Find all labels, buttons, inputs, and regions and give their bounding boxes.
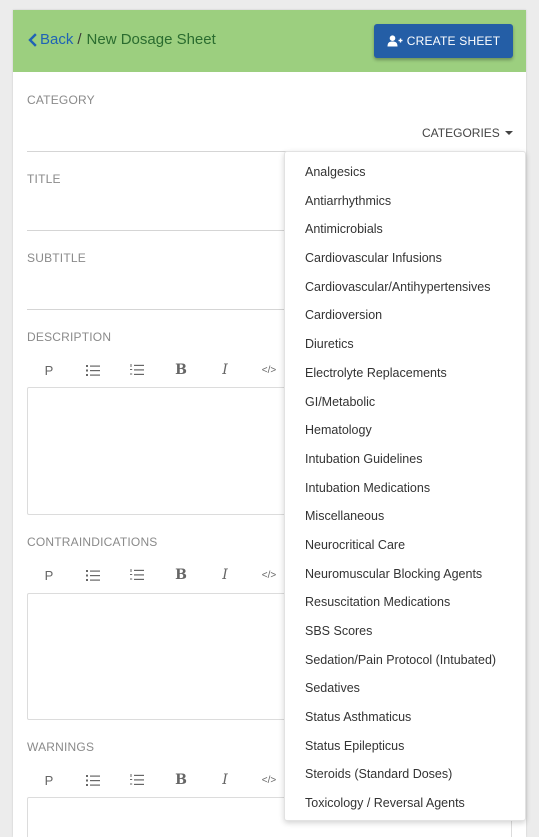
numbered-list-icon <box>130 569 144 580</box>
dropdown-item[interactable]: SBS Scores <box>285 617 525 646</box>
warnings-toolbar: P B I </> <box>27 770 291 790</box>
paragraph-button[interactable]: P <box>27 773 71 788</box>
dropdown-item[interactable]: Cardiovascular/Antihypertensives <box>285 273 525 302</box>
bold-button[interactable]: B <box>159 772 203 788</box>
dropdown-item[interactable]: Intubation Guidelines <box>285 445 525 474</box>
dropdown-item[interactable]: Hematology <box>285 416 525 445</box>
numbered-list-icon <box>130 364 144 375</box>
create-sheet-button-label: CREATE SHEET <box>406 34 501 48</box>
dropdown-item[interactable]: Cardioversion <box>285 301 525 330</box>
bullet-list-icon <box>86 364 100 376</box>
dropdown-item[interactable]: Sedatives <box>285 674 525 703</box>
dropdown-item[interactable]: Analgesics <box>285 158 525 187</box>
categories-dropdown-label: CATEGORIES <box>422 126 500 140</box>
description-toolbar: P B I </> <box>27 360 291 380</box>
title-label: TITLE <box>27 172 61 186</box>
paragraph-button[interactable]: P <box>27 363 71 378</box>
subtitle-label: SUBTITLE <box>27 251 86 265</box>
caret-down-icon <box>504 131 513 135</box>
dropdown-item[interactable]: Resuscitation Medications <box>285 588 525 617</box>
breadcrumb: Back / New Dosage Sheet <box>26 31 216 48</box>
back-link[interactable]: Back <box>26 31 73 48</box>
bullet-list-button[interactable] <box>71 364 115 376</box>
dropdown-item[interactable]: Toxicology / Reversal Agents <box>285 789 525 818</box>
page-header: Back / New Dosage Sheet CREATE SHEET <box>13 10 526 72</box>
breadcrumb-separator: / <box>77 31 82 48</box>
italic-button[interactable]: I <box>203 567 247 583</box>
dropdown-item[interactable]: Steroids (Standard Doses) <box>285 760 525 789</box>
contraindications-toolbar: P B I </> <box>27 565 291 585</box>
dropdown-item[interactable]: Miscellaneous <box>285 502 525 531</box>
dropdown-item[interactable]: Intubation Medications <box>285 474 525 503</box>
back-link-label: Back <box>40 31 74 48</box>
dropdown-item[interactable]: Sedation/Pain Protocol (Intubated) <box>285 646 525 675</box>
chevron-left-icon <box>28 32 37 47</box>
contraindications-label: CONTRAINDICATIONS <box>27 535 158 549</box>
description-label: DESCRIPTION <box>27 330 112 344</box>
bullet-list-icon <box>86 569 100 581</box>
category-label: CATEGORY <box>27 93 95 107</box>
dropdown-item[interactable]: Electrolyte Replacements <box>285 359 525 388</box>
numbered-list-button[interactable] <box>115 774 159 786</box>
breadcrumb-current-page: New Dosage Sheet <box>86 31 216 48</box>
dropdown-item[interactable]: Diuretics <box>285 330 525 359</box>
bold-button[interactable]: B <box>159 567 203 583</box>
categories-dropdown-menu: Analgesics Antiarrhythmics Antimicrobial… <box>284 151 526 821</box>
numbered-list-icon <box>130 774 144 785</box>
add-user-icon <box>387 35 403 47</box>
dropdown-item[interactable]: Antimicrobials <box>285 215 525 244</box>
dropdown-item[interactable]: Status Asthmaticus <box>285 703 525 732</box>
bullet-list-button[interactable] <box>71 569 115 581</box>
bold-button[interactable]: B <box>159 362 203 378</box>
numbered-list-button[interactable] <box>115 364 159 376</box>
italic-button[interactable]: I <box>203 362 247 378</box>
dropdown-item[interactable]: GI/Metabolic <box>285 388 525 417</box>
dropdown-item[interactable]: Status Epilepticus <box>285 732 525 761</box>
warnings-label: WARNINGS <box>27 740 95 754</box>
bullet-list-icon <box>86 774 100 786</box>
italic-button[interactable]: I <box>203 772 247 788</box>
create-sheet-button[interactable]: CREATE SHEET <box>374 24 513 58</box>
numbered-list-button[interactable] <box>115 569 159 581</box>
dropdown-item[interactable]: Cardiovascular Infusions <box>285 244 525 273</box>
dropdown-item[interactable]: Neuromuscular Blocking Agents <box>285 560 525 589</box>
dropdown-item[interactable]: Neurocritical Care <box>285 531 525 560</box>
categories-dropdown-toggle[interactable]: CATEGORIES <box>422 126 513 140</box>
dropdown-item[interactable]: Antiarrhythmics <box>285 187 525 216</box>
paragraph-button[interactable]: P <box>27 568 71 583</box>
bullet-list-button[interactable] <box>71 774 115 786</box>
